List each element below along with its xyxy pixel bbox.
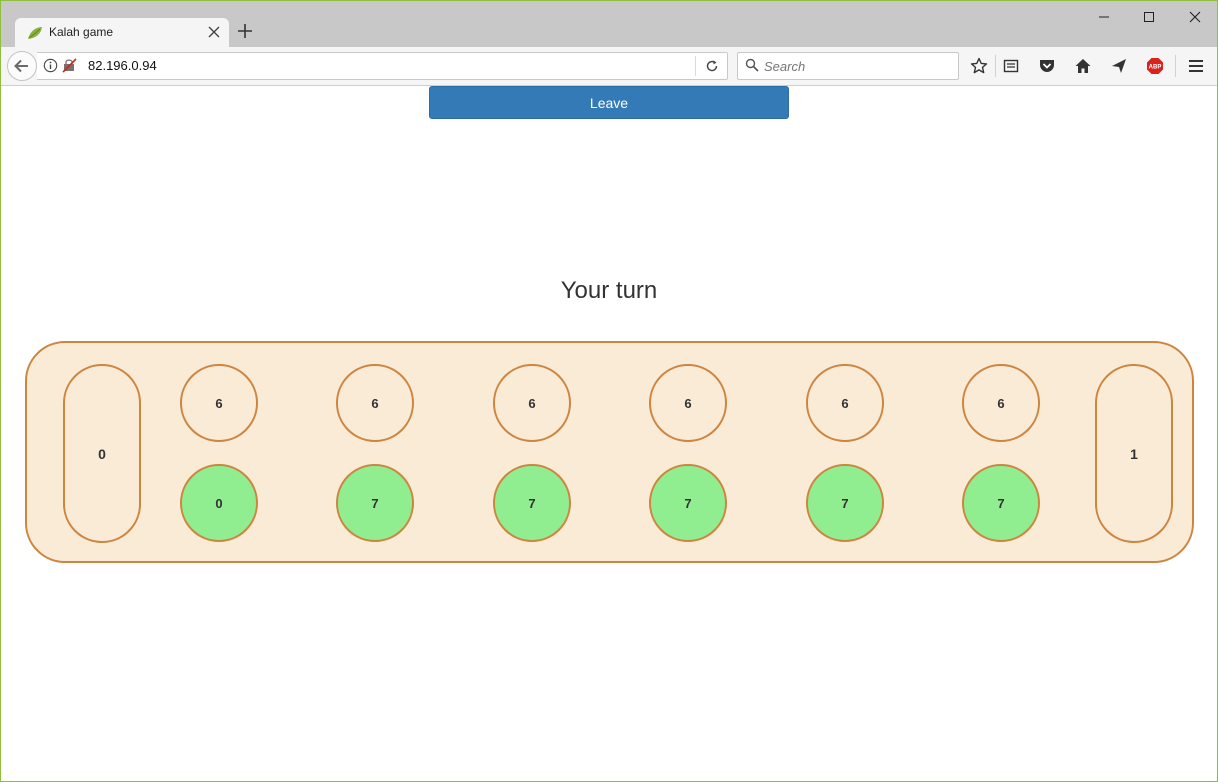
pit-count: 7 — [997, 495, 1005, 511]
mixed-content-icon[interactable] — [62, 58, 77, 73]
maximize-icon[interactable] — [1140, 9, 1158, 25]
nav-bar: 82.196.0.94 Search ABP — [1, 47, 1217, 86]
tab-title: Kalah game — [49, 25, 114, 39]
right-store: 1 — [1095, 364, 1173, 543]
pit-count: 6 — [528, 395, 536, 411]
menu-icon[interactable] — [1187, 57, 1205, 75]
top-pit: 6 — [649, 364, 727, 442]
new-tab-icon[interactable] — [237, 23, 253, 39]
bookmark-star-icon[interactable] — [970, 57, 988, 75]
url-bar[interactable]: 82.196.0.94 — [37, 52, 728, 80]
adblock-icon[interactable]: ABP — [1146, 57, 1164, 75]
pit-count: 7 — [371, 495, 379, 511]
player-pit[interactable]: 7 — [806, 464, 884, 542]
pit-count: 7 — [684, 495, 692, 511]
pocket-icon[interactable] — [1038, 57, 1056, 75]
search-placeholder: Search — [764, 59, 806, 74]
player-pit[interactable]: 0 — [180, 464, 258, 542]
close-tab-icon[interactable] — [207, 25, 221, 39]
turn-status: Your turn — [560, 277, 658, 304]
leaf-icon — [28, 27, 42, 39]
player-pit[interactable]: 7 — [962, 464, 1040, 542]
right-store-count: 1 — [1130, 445, 1138, 462]
top-pit: 6 — [180, 364, 258, 442]
tab-kalah[interactable]: Kalah game — [15, 18, 229, 47]
pit-count: 7 — [528, 495, 536, 511]
search-icon — [745, 58, 759, 72]
pit-count: 6 — [684, 395, 692, 411]
back-arrow-icon — [14, 59, 28, 73]
back-button[interactable] — [7, 51, 37, 81]
kalah-board: 0 6 6 6 6 6 6 0 7 7 7 7 7 1 — [25, 341, 1194, 563]
pit-count: 6 — [371, 395, 379, 411]
toolbar-separator — [1175, 55, 1176, 77]
browser-window: Kalah game 82.196.0.94 Search ABP Leave … — [0, 0, 1218, 782]
pit-count: 7 — [841, 495, 849, 511]
top-pit: 6 — [962, 364, 1040, 442]
player-pit[interactable]: 7 — [493, 464, 571, 542]
url-text: 82.196.0.94 — [88, 58, 157, 73]
top-pit: 6 — [336, 364, 414, 442]
reload-icon[interactable] — [705, 59, 719, 73]
pit-count: 6 — [215, 395, 223, 411]
player-pit[interactable]: 7 — [336, 464, 414, 542]
minimize-icon[interactable] — [1095, 9, 1113, 25]
tab-strip: Kalah game — [1, 1, 1217, 47]
top-pit: 6 — [806, 364, 884, 442]
search-bar[interactable]: Search — [737, 52, 959, 80]
url-divider — [695, 56, 696, 76]
svg-text:ABP: ABP — [1149, 65, 1162, 71]
left-store: 0 — [63, 364, 141, 543]
left-store-count: 0 — [98, 445, 106, 462]
info-icon[interactable] — [43, 58, 58, 73]
reading-list-icon[interactable] — [1002, 57, 1020, 75]
pit-count: 0 — [215, 495, 223, 511]
page-content: Leave Your turn 0 6 6 6 6 6 6 0 7 7 7 7 … — [1, 86, 1217, 781]
toolbar-separator — [995, 55, 996, 77]
top-pit: 6 — [493, 364, 571, 442]
close-window-icon[interactable] — [1186, 9, 1204, 25]
pit-count: 6 — [997, 395, 1005, 411]
home-icon[interactable] — [1074, 57, 1092, 75]
player-pit[interactable]: 7 — [649, 464, 727, 542]
leave-button[interactable]: Leave — [429, 86, 789, 119]
pit-count: 6 — [841, 395, 849, 411]
send-icon[interactable] — [1110, 57, 1128, 75]
